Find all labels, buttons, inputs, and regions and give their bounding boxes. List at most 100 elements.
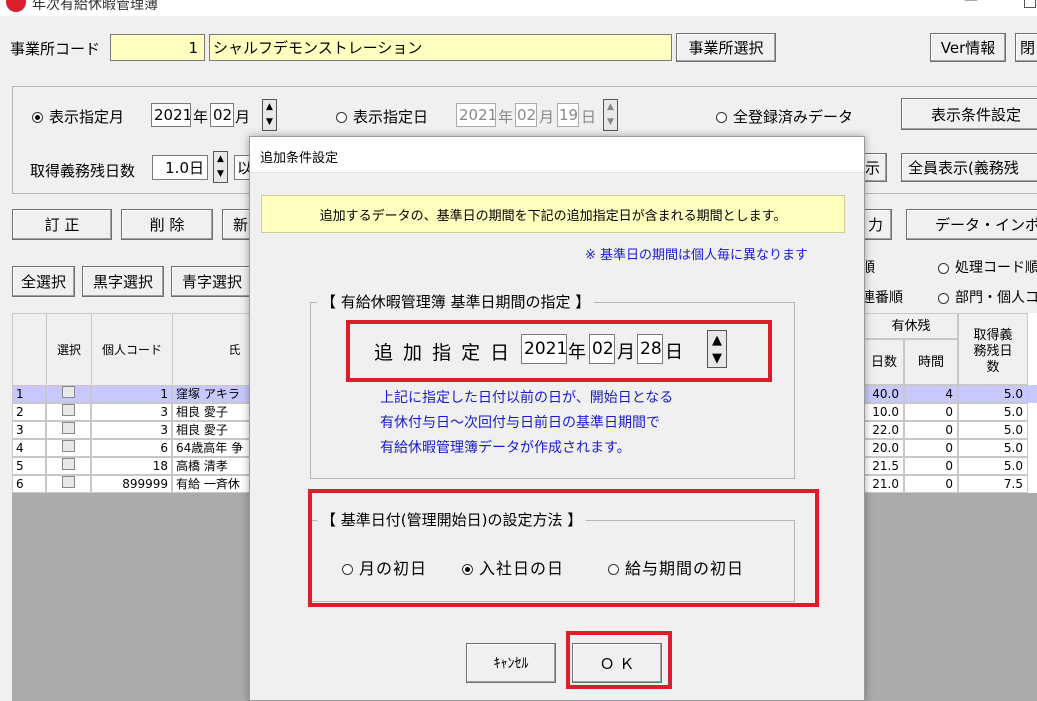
up-arrow-icon[interactable]: ▲	[712, 334, 722, 347]
cancel-button[interactable]: ｷｬﾝｾﾙ	[466, 643, 556, 683]
row-days: 40.0	[864, 385, 904, 403]
checkbox-icon[interactable]	[62, 476, 75, 488]
select-blue-button[interactable]: 青字選択	[171, 266, 253, 297]
opt-hire-day-radio[interactable]: 入社日の日	[462, 555, 564, 579]
table-row-right[interactable]: 21.0 0 7.5	[864, 475, 1037, 493]
add-year-input[interactable]: 2021	[521, 334, 567, 364]
month-radio[interactable]: 表示指定月	[32, 106, 124, 127]
office-code-input[interactable]: 1	[110, 34, 205, 61]
table-row-right[interactable]: 22.0 0 5.0	[864, 421, 1037, 439]
up-arrow-icon[interactable]: ▲	[607, 103, 614, 112]
row-name: 64歳高年 争	[172, 439, 252, 457]
opt-month-first-label: 月の初日	[359, 559, 428, 578]
minimize-icon[interactable]: —	[964, 0, 978, 8]
all-data-radio[interactable]: 全登録済みデータ	[716, 106, 853, 127]
row-hours: 0	[904, 457, 958, 475]
checkbox-icon[interactable]	[62, 386, 75, 398]
office-name-input[interactable]: シャルフデモンストレーション	[209, 34, 672, 61]
table-row[interactable]: 6 899999 有給 一斉休	[12, 475, 252, 493]
period-group-title: 【 有給休暇管理簿 基準日期間の指定 】	[317, 291, 595, 312]
row-hours: 0	[904, 403, 958, 421]
row-select[interactable]	[46, 403, 91, 421]
row-select[interactable]	[46, 439, 91, 457]
code-order-radio[interactable]: 処理コード順	[938, 257, 1037, 277]
row-code: 18	[91, 457, 172, 475]
table-row[interactable]: 1 1 窪塚 アキラ	[12, 385, 252, 403]
row-select[interactable]	[46, 475, 91, 493]
down-arrow-icon[interactable]: ▼	[712, 352, 722, 365]
table-row[interactable]: 3 3 相良 愛子	[12, 421, 252, 439]
up-arrow-icon[interactable]: ▲	[217, 155, 224, 164]
dialog-notice: 追加するデータの、基準日の期間を下記の追加指定日が含まれる期間とします。	[261, 195, 845, 233]
day-day-unit: 日	[581, 108, 597, 126]
row-select[interactable]	[46, 385, 91, 403]
day-month-input[interactable]: 02	[515, 103, 537, 127]
close-app-button[interactable]: 閉	[1015, 33, 1037, 62]
dialog-title-bar: 追加条件設定	[250, 137, 864, 173]
version-info-button[interactable]: Ver情報	[930, 33, 1006, 62]
table-row-right[interactable]: 20.0 0 5.0	[864, 439, 1037, 457]
data-import-button[interactable]: データ・インポー	[906, 209, 1037, 240]
header-name-label: 氏	[228, 343, 241, 357]
checkbox-icon[interactable]	[62, 422, 75, 434]
dept-order-radio[interactable]: 部門・個人コ	[938, 287, 1037, 307]
header-name: 氏	[172, 313, 253, 386]
day-day-input[interactable]: 19	[557, 103, 579, 127]
fix-button[interactable]: 訂 正	[12, 209, 112, 240]
checkbox-icon[interactable]	[62, 404, 75, 416]
delete-button[interactable]: 削 除	[121, 209, 213, 240]
table-row[interactable]: 4 6 64歳高年 争	[12, 439, 252, 457]
row-obligation: 5.0	[958, 421, 1028, 439]
day-year-input[interactable]: 2021	[456, 103, 496, 127]
row-code: 3	[91, 421, 172, 439]
row-days: 21.5	[864, 457, 904, 475]
add-day-input[interactable]: 28	[637, 334, 663, 364]
checkbox-icon[interactable]	[62, 458, 75, 470]
maximize-icon[interactable]	[1024, 0, 1036, 8]
row-number: 2	[12, 403, 46, 421]
add-month-input[interactable]: 02	[589, 334, 615, 364]
table-row[interactable]: 2 3 相良 愛子	[12, 403, 252, 421]
row-days: 21.0	[864, 475, 904, 493]
select-black-button[interactable]: 黒字選択	[82, 266, 164, 297]
office-select-button[interactable]: 事業所選択	[676, 33, 776, 62]
down-arrow-icon[interactable]: ▼	[266, 118, 273, 127]
grid-header-row: 選択 個人コード 氏	[12, 313, 253, 386]
add-day-value: 28	[640, 339, 662, 359]
table-row[interactable]: 5 18 高橋 清孝	[12, 457, 252, 475]
month-year-value: 2021	[154, 106, 191, 124]
table-row-right[interactable]: 40.0 4 5.0	[864, 385, 1037, 403]
row-obligation: 5.0	[958, 385, 1028, 403]
day-radio[interactable]: 表示指定日	[336, 106, 428, 127]
checkbox-icon[interactable]	[62, 440, 75, 452]
opt-pay-period-radio[interactable]: 給与期間の初日	[608, 555, 744, 579]
month-spinner[interactable]: ▲ ▼	[262, 99, 277, 131]
ok-button[interactable]: Ｏ Ｋ	[572, 643, 662, 683]
down-arrow-icon[interactable]: ▼	[217, 170, 224, 179]
row-select[interactable]	[46, 421, 91, 439]
show-all-obligation-button[interactable]: 全員表示(義務残	[901, 153, 1037, 182]
row-obligation: 7.5	[958, 475, 1028, 493]
down-arrow-icon[interactable]: ▼	[607, 118, 614, 127]
day-year-unit: 年	[498, 108, 514, 126]
radio-icon	[938, 262, 949, 274]
add-month-unit: 月	[617, 342, 635, 363]
row-name: 窪塚 アキラ	[172, 385, 252, 403]
display-condition-button[interactable]: 表示条件設定	[901, 98, 1037, 130]
day-spinner[interactable]: ▲ ▼	[603, 99, 618, 131]
add-date-spinner[interactable]: ▲ ▼	[707, 330, 727, 368]
table-row-right[interactable]: 10.0 0 5.0	[864, 403, 1037, 421]
row-obligation: 5.0	[958, 439, 1028, 457]
table-row-right[interactable]: 21.5 0 5.0	[864, 457, 1037, 475]
info-line-2: 有休付与日～次回付与日前日の基準日期間で	[380, 415, 660, 431]
radio-icon	[336, 112, 347, 123]
up-arrow-icon[interactable]: ▲	[266, 103, 273, 112]
month-year-input[interactable]: 2021	[151, 103, 191, 127]
day-year-value: 2021	[459, 106, 496, 124]
opt-month-first-radio[interactable]: 月の初日	[342, 555, 427, 579]
remain-spinner[interactable]: ▲ ▼	[213, 151, 228, 183]
select-all-button[interactable]: 全選択	[12, 266, 75, 297]
remain-days-input[interactable]: 1.0日	[152, 155, 208, 180]
row-select[interactable]	[46, 457, 91, 475]
month-month-input[interactable]: 02	[210, 103, 234, 127]
